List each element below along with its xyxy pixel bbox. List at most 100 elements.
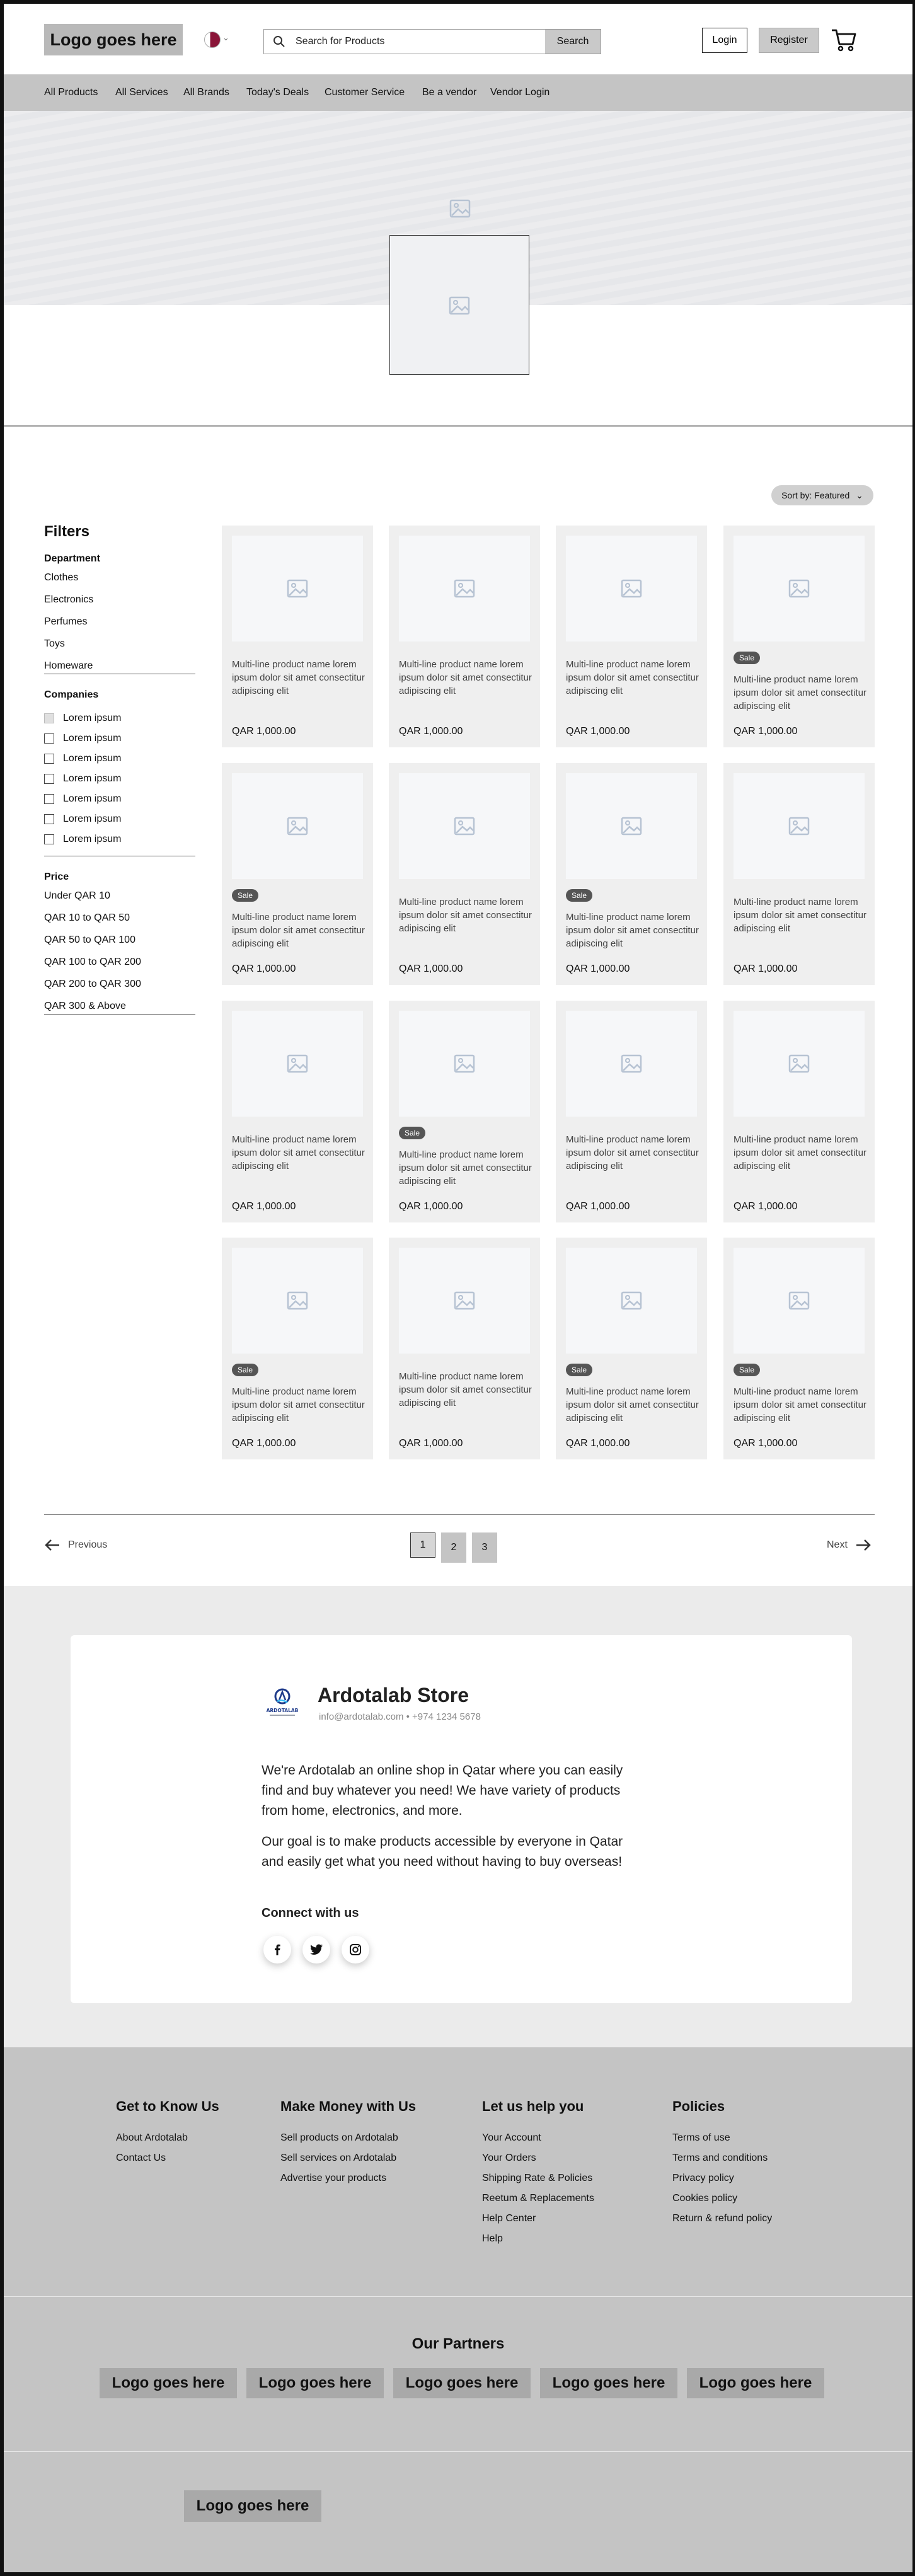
product-name[interactable]: Multi-line product name lorem ipsum dolo…	[232, 658, 365, 698]
department-item[interactable]: Perfumes	[44, 616, 195, 638]
footer-link[interactable]: Advertise your products	[280, 2173, 416, 2193]
product-card[interactable]: Sale Multi-line product name lorem ipsum …	[723, 1238, 875, 1459]
product-name[interactable]: Multi-line product name lorem ipsum dolo…	[566, 911, 699, 950]
chevron-down-icon[interactable]: ⌄	[222, 33, 229, 43]
product-name[interactable]: Multi-line product name lorem ipsum dolo…	[399, 658, 532, 698]
product-name[interactable]: Multi-line product name lorem ipsum dolo…	[734, 895, 867, 935]
facebook-icon[interactable]	[263, 1936, 291, 1964]
product-image[interactable]	[399, 536, 530, 641]
footer-link[interactable]: Return & refund policy	[672, 2213, 772, 2233]
product-image[interactable]	[566, 773, 697, 879]
product-name[interactable]: Multi-line product name lorem ipsum dolo…	[399, 895, 532, 935]
product-card[interactable]: Sale Multi-line product name lorem ipsum …	[222, 763, 373, 985]
product-image[interactable]	[734, 773, 865, 879]
product-card[interactable]: Multi-line product name lorem ipsum dolo…	[556, 526, 707, 747]
company-option[interactable]: Lorem ipsum	[44, 708, 195, 728]
nav-all-services[interactable]: All Services	[115, 87, 168, 98]
checkbox[interactable]	[44, 794, 54, 804]
footer-link[interactable]: Privacy policy	[672, 2173, 772, 2193]
footer-link[interactable]: Your Orders	[482, 2153, 594, 2173]
department-item[interactable]: Homeware	[44, 660, 195, 674]
product-card[interactable]: Sale Multi-line product name lorem ipsum …	[556, 763, 707, 985]
checkbox[interactable]	[44, 754, 54, 764]
product-card[interactable]: Multi-line product name lorem ipsum dolo…	[723, 763, 875, 985]
product-card[interactable]: Sale Multi-line product name lorem ipsum …	[389, 1001, 540, 1222]
product-image[interactable]	[566, 536, 697, 641]
price-item[interactable]: QAR 10 to QAR 50	[44, 912, 195, 934]
partner-logo[interactable]: Logo goes here	[100, 2368, 237, 2398]
product-image[interactable]	[734, 1011, 865, 1117]
register-button[interactable]: Register	[759, 28, 819, 53]
product-name[interactable]: Multi-line product name lorem ipsum dolo…	[232, 1133, 365, 1173]
footer-logo[interactable]: Logo goes here	[184, 2490, 321, 2522]
product-name[interactable]: Multi-line product name lorem ipsum dolo…	[566, 658, 699, 698]
product-card[interactable]: Multi-line product name lorem ipsum dolo…	[389, 526, 540, 747]
qatar-flag-icon[interactable]	[204, 32, 221, 48]
product-card[interactable]: Multi-line product name lorem ipsum dolo…	[389, 763, 540, 985]
product-name[interactable]: Multi-line product name lorem ipsum dolo…	[734, 673, 867, 713]
price-item[interactable]: Under QAR 10	[44, 890, 195, 912]
product-image[interactable]	[232, 1011, 363, 1117]
nav-all-brands[interactable]: All Brands	[183, 87, 229, 98]
footer-link[interactable]: Help	[482, 2233, 594, 2253]
checkbox[interactable]	[44, 814, 54, 824]
product-image[interactable]	[734, 536, 865, 641]
price-item[interactable]: QAR 100 to QAR 200	[44, 957, 195, 979]
product-image[interactable]	[232, 1248, 363, 1354]
search-button[interactable]: Search	[545, 30, 601, 54]
nav-todays-deals[interactable]: Today's Deals	[246, 87, 309, 98]
previous-button[interactable]: Previous	[44, 1539, 107, 1551]
footer-link[interactable]: Cookies policy	[672, 2193, 772, 2213]
company-option[interactable]: Lorem ipsum	[44, 769, 195, 789]
department-item[interactable]: Toys	[44, 638, 195, 660]
product-card[interactable]: Multi-line product name lorem ipsum dolo…	[556, 1001, 707, 1222]
nav-all-products[interactable]: All Products	[44, 87, 98, 98]
price-item[interactable]: QAR 300 & Above	[44, 1001, 195, 1014]
department-item[interactable]: Clothes	[44, 572, 195, 594]
footer-link[interactable]: Sell products on Ardotalab	[280, 2132, 416, 2153]
checkbox[interactable]	[44, 834, 54, 844]
page-2-button[interactable]: 2	[441, 1532, 466, 1563]
partner-logo[interactable]: Logo goes here	[540, 2368, 677, 2398]
product-image[interactable]	[232, 773, 363, 879]
sort-dropdown[interactable]: Sort by: Featured ⌄	[771, 485, 873, 505]
product-image[interactable]	[566, 1011, 697, 1117]
checkbox[interactable]	[44, 733, 54, 744]
footer-link[interactable]: Contact Us	[116, 2153, 219, 2173]
checkbox[interactable]	[44, 774, 54, 784]
footer-link[interactable]: Your Account	[482, 2132, 594, 2153]
instagram-icon[interactable]	[342, 1936, 369, 1964]
footer-link[interactable]: About Ardotalab	[116, 2132, 219, 2153]
product-image[interactable]	[232, 536, 363, 641]
product-name[interactable]: Multi-line product name lorem ipsum dolo…	[566, 1385, 699, 1425]
nav-be-a-vendor[interactable]: Be a vendor	[422, 87, 476, 98]
product-card[interactable]: Multi-line product name lorem ipsum dolo…	[222, 526, 373, 747]
nav-customer-service[interactable]: Customer Service	[325, 87, 405, 98]
footer-link[interactable]: Shipping Rate & Policies	[482, 2173, 594, 2193]
footer-link[interactable]: Sell services on Ardotalab	[280, 2153, 416, 2173]
header-logo[interactable]: Logo goes here	[44, 24, 183, 55]
product-card[interactable]: Sale Multi-line product name lorem ipsum …	[723, 526, 875, 747]
product-image[interactable]	[566, 1248, 697, 1354]
login-button[interactable]: Login	[702, 28, 747, 53]
product-name[interactable]: Multi-line product name lorem ipsum dolo…	[734, 1133, 867, 1173]
nav-vendor-login[interactable]: Vendor Login	[490, 87, 550, 98]
product-card[interactable]: Multi-line product name lorem ipsum dolo…	[389, 1238, 540, 1459]
product-image[interactable]	[399, 1248, 530, 1354]
product-name[interactable]: Multi-line product name lorem ipsum dolo…	[566, 1133, 699, 1173]
twitter-icon[interactable]	[302, 1936, 330, 1964]
product-image[interactable]	[399, 773, 530, 879]
company-option[interactable]: Lorem ipsum	[44, 829, 195, 849]
department-item[interactable]: Electronics	[44, 594, 195, 616]
company-option[interactable]: Lorem ipsum	[44, 749, 195, 769]
checkbox[interactable]	[44, 713, 54, 723]
footer-link[interactable]: Reetum & Replacements	[482, 2193, 594, 2213]
product-image[interactable]	[734, 1248, 865, 1354]
page-3-button[interactable]: 3	[472, 1532, 497, 1563]
company-option[interactable]: Lorem ipsum	[44, 728, 195, 749]
search-input[interactable]	[296, 30, 535, 54]
product-name[interactable]: Multi-line product name lorem ipsum dolo…	[232, 1385, 365, 1425]
product-card[interactable]: Multi-line product name lorem ipsum dolo…	[222, 1001, 373, 1222]
footer-link[interactable]: Terms of use	[672, 2132, 772, 2153]
cart-icon[interactable]	[831, 28, 857, 53]
